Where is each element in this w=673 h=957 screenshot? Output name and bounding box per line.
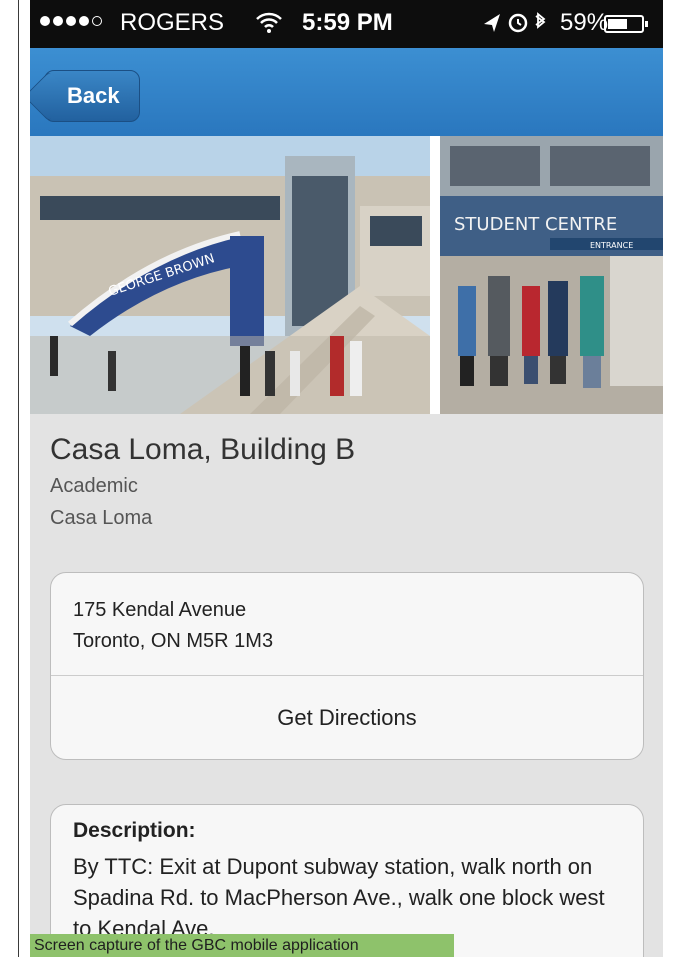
wifi-icon <box>255 10 283 41</box>
back-button[interactable]: Back <box>30 70 140 122</box>
navigation-bar: Back <box>30 48 663 136</box>
svg-text:STUDENT CENTRE: STUDENT CENTRE <box>454 214 617 235</box>
building-photo-left: GEORGE BROWN <box>30 136 430 414</box>
bluetooth-icon <box>535 12 546 29</box>
building-photo-right: STUDENT CENTRE ENTRANCE <box>440 136 663 414</box>
get-directions-button[interactable]: Get Directions <box>51 676 643 760</box>
location-arrow-icon <box>484 14 500 32</box>
status-time: 5:59 PM <box>302 9 393 36</box>
building-photo: GEORGE BROWN STUDENT CENTRE ENTRANCE <box>30 136 663 414</box>
building-campus: Casa Loma <box>50 507 153 529</box>
address-line-2: Toronto, ON M5R 1M3 <box>73 630 274 652</box>
battery-percent: 59% <box>560 9 609 36</box>
building-category: Academic <box>50 475 138 497</box>
status-icons <box>482 10 552 42</box>
back-button-label: Back <box>67 83 120 108</box>
carrier-name: ROGERS <box>120 9 225 36</box>
svg-text:ENTRANCE: ENTRANCE <box>590 241 633 250</box>
description-heading: Description: <box>73 819 196 842</box>
address-card: 175 Kendal Avenue Toronto, ON M5R 1M3 Ge… <box>50 572 644 760</box>
phone-screen: ROGERS 5:59 PM 59% Back GEORGE BROWN STU… <box>30 0 663 957</box>
battery-icon <box>604 15 648 33</box>
status-bar: ROGERS 5:59 PM 59% <box>30 0 663 48</box>
description-text: By TTC: Exit at Dupont subway station, w… <box>73 854 605 941</box>
figure-caption: Screen capture of the GBC mobile applica… <box>30 934 454 957</box>
signal-strength-icon <box>40 12 105 28</box>
building-name: Casa Loma, Building B <box>50 433 356 466</box>
page-left-rule <box>18 0 19 957</box>
battery-fill <box>608 19 627 29</box>
address-line-1: 175 Kendal Avenue <box>73 599 247 621</box>
